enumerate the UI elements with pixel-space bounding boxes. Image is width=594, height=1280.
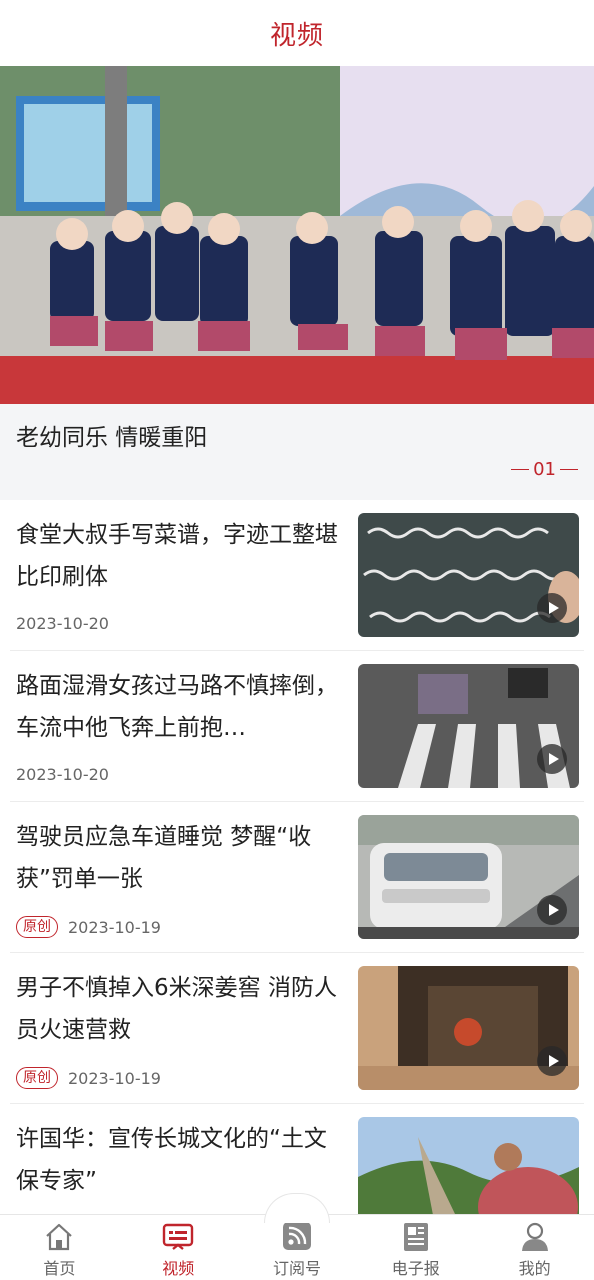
news-date: 2023-10-19 [68, 1068, 161, 1088]
original-badge: 原创 [16, 916, 58, 938]
tab-subscriptions[interactable]: 订阅号 [238, 1215, 357, 1280]
list-item[interactable]: 驾驶员应急车道睡觉 梦醒“收获”罚单一张 原创 2023-10-19 [0, 802, 594, 953]
video-thumbnail[interactable] [358, 966, 579, 1090]
banner-image [0, 66, 594, 404]
play-icon[interactable] [537, 593, 567, 623]
news-date: 2023-10-20 [16, 614, 109, 633]
banner-page-indicator: 01 [511, 459, 578, 480]
news-meta: 原创 2023-10-19 [16, 916, 161, 938]
pager-line-left [511, 469, 530, 470]
pager-line-right [560, 469, 578, 470]
news-title: 男子不慎掉入6米深姜窖 消防人员火速营救 [16, 975, 337, 1043]
tab-label: 电子报 [391, 1259, 440, 1278]
news-title: 驾驶员应急车道睡觉 梦醒“收获”罚单一张 [16, 824, 312, 892]
page-title: 视频 [269, 20, 324, 51]
news-meta: 2023-10-20 [16, 765, 109, 784]
list-item[interactable]: 男子不慎掉入6米深姜窖 消防人员火速营救 原创 2023-10-19 [0, 953, 594, 1104]
featured-video-banner[interactable] [0, 66, 594, 404]
tab-epaper[interactable]: 电子报 [356, 1215, 475, 1280]
tab-label: 视频 [162, 1259, 195, 1278]
bottom-tab-bar: 首页 视频 订阅号 电子报 我的 [0, 1193, 594, 1280]
video-thumbnail[interactable] [358, 513, 579, 637]
news-date: 2023-10-20 [16, 765, 109, 784]
pager-number: 01 [533, 459, 556, 480]
tab-profile[interactable]: 我的 [475, 1215, 594, 1280]
video-icon [162, 1223, 194, 1250]
news-title: 许国华：宣传长城文化的“土文保专家” [16, 1126, 327, 1194]
video-thumbnail[interactable] [358, 1117, 579, 1214]
play-icon[interactable] [537, 895, 567, 925]
news-title: 路面湿滑女孩过马路不慎摔倒，车流中他飞奔上前抱… [16, 673, 338, 741]
video-news-list[interactable]: 食堂大叔手写菜谱，字迹工整堪比印刷体 2023-10-20 路面湿滑女孩过马路不… [0, 500, 594, 1214]
user-icon [521, 1222, 548, 1251]
list-item[interactable]: 路面湿滑女孩过马路不慎摔倒，车流中他飞奔上前抱… 2023-10-20 [0, 651, 594, 802]
video-thumbnail[interactable] [358, 815, 579, 939]
news-meta: 2023-10-20 [16, 614, 109, 633]
tab-home[interactable]: 首页 [0, 1215, 119, 1280]
banner-caption[interactable]: 老幼同乐 情暖重阳 01 [0, 404, 594, 500]
video-thumbnail[interactable] [358, 664, 579, 788]
top-header: 视频 [0, 0, 594, 66]
tab-label: 订阅号 [272, 1259, 321, 1278]
news-date: 2023-10-19 [68, 917, 161, 937]
tab-label: 我的 [518, 1259, 551, 1278]
news-meta: 原创 2023-10-19 [16, 1067, 161, 1089]
home-icon [46, 1223, 73, 1251]
tab-label: 首页 [43, 1259, 76, 1278]
news-title: 食堂大叔手写菜谱，字迹工整堪比印刷体 [16, 522, 338, 590]
original-badge: 原创 [16, 1067, 58, 1089]
play-icon[interactable] [537, 1046, 567, 1076]
list-item[interactable]: 食堂大叔手写菜谱，字迹工整堪比印刷体 2023-10-20 [0, 500, 594, 651]
newspaper-icon [403, 1223, 428, 1251]
rss-icon [282, 1222, 311, 1250]
thumbnail-image [358, 1117, 579, 1214]
banner-title: 老幼同乐 情暖重阳 [16, 425, 208, 451]
play-icon[interactable] [537, 744, 567, 774]
tab-video[interactable]: 视频 [119, 1215, 238, 1280]
